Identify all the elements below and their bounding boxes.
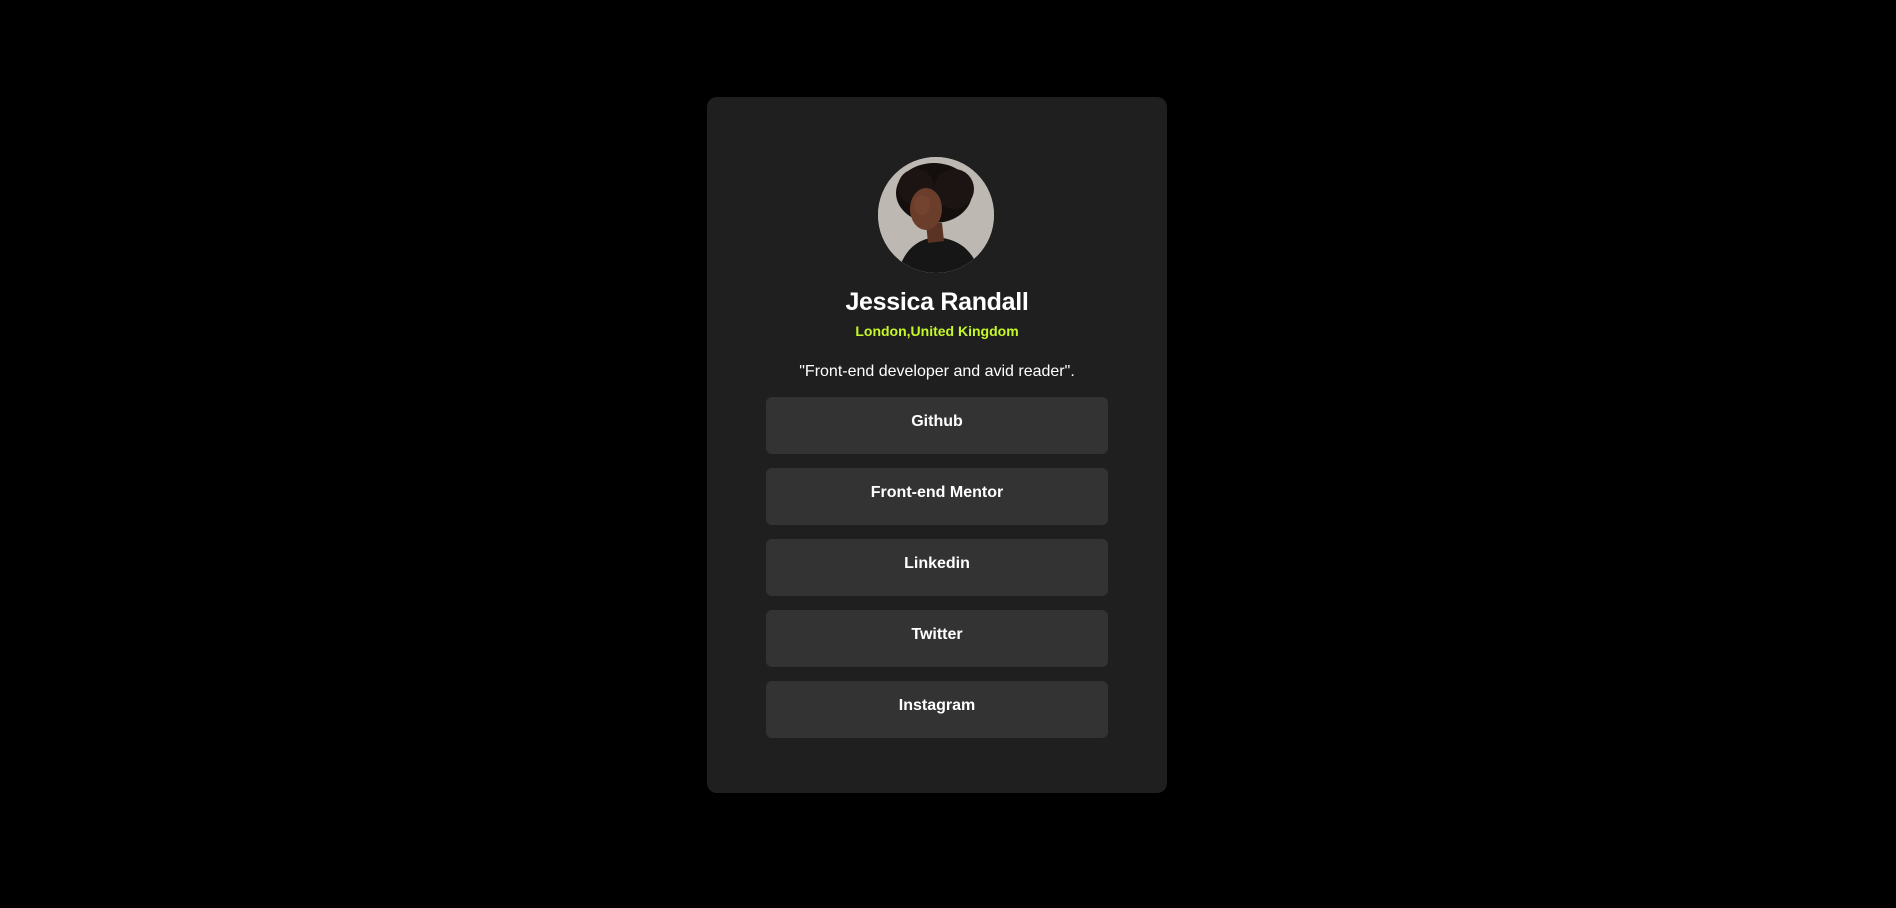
- social-links-list: Github Front-end Mentor Linkedin Twitter…: [766, 397, 1108, 752]
- profile-location: London,United Kingdom: [855, 323, 1019, 339]
- profile-name: Jessica Randall: [845, 288, 1029, 316]
- avatar: [878, 157, 994, 273]
- github-link-button[interactable]: Github: [766, 397, 1108, 454]
- avatar-photo-icon: [878, 157, 994, 273]
- profile-bio: "Front-end developer and avid reader".: [799, 363, 1075, 380]
- twitter-link-button[interactable]: Twitter: [766, 610, 1108, 667]
- profile-card: Jessica Randall London,United Kingdom "F…: [707, 97, 1167, 793]
- instagram-link-button[interactable]: Instagram: [766, 681, 1108, 738]
- frontend-mentor-link-button[interactable]: Front-end Mentor: [766, 468, 1108, 525]
- linkedin-link-button[interactable]: Linkedin: [766, 539, 1108, 596]
